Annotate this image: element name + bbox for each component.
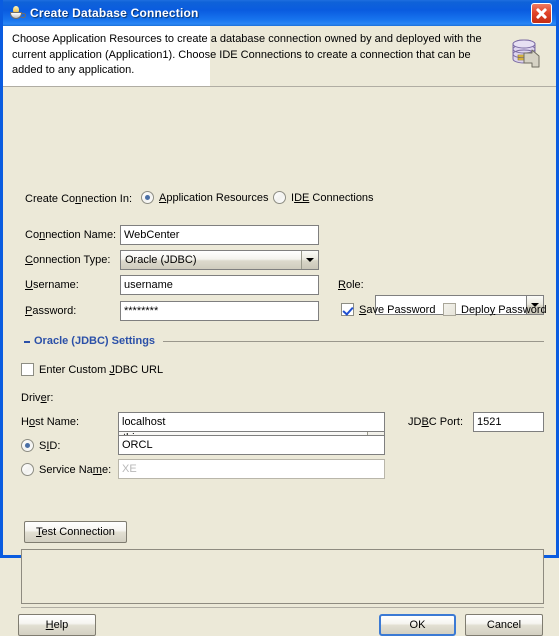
connection-status-output[interactable] [21, 549, 544, 604]
radio-service-name-label: Service Name: [39, 463, 112, 476]
host-name-label: Host Name: [21, 416, 80, 428]
footer-divider [21, 607, 544, 608]
connection-type-label: Connection Type: [25, 254, 111, 266]
radio-application-resources-indicator[interactable] [141, 191, 154, 204]
dialog-header: Choose Application Resources to create a… [3, 26, 556, 87]
connection-type-value: Oracle (JDBC) [125, 254, 197, 266]
custom-jdbc-url-checkbox-indicator[interactable] [21, 363, 34, 376]
help-button[interactable]: Help [18, 614, 96, 636]
radio-ide-connections-indicator[interactable] [273, 191, 286, 204]
save-password-checkbox-indicator[interactable] [341, 303, 354, 316]
oracle-settings-group-title: Oracle (JDBC) Settings [34, 335, 156, 347]
service-name-input[interactable]: XE [118, 459, 385, 479]
window-title: Create Database Connection [30, 6, 199, 20]
deploy-password-checkbox-indicator[interactable] [443, 303, 456, 316]
radio-application-resources[interactable]: Application Resources [141, 191, 268, 204]
test-connection-label: Test Connection [36, 526, 115, 538]
radio-sid-label: SID: [39, 439, 61, 452]
group-collapse-icon[interactable] [24, 341, 30, 343]
jdbc-port-input[interactable]: 1521 [473, 412, 544, 432]
radio-application-resources-label: Application Resources [159, 191, 269, 204]
close-icon[interactable] [531, 2, 552, 24]
connection-type-select[interactable]: Oracle (JDBC) [120, 250, 319, 270]
cancel-button[interactable]: Cancel [465, 614, 543, 636]
create-connection-in-label-wrap: Create Connection In: [25, 193, 132, 205]
dialog-body: Create Connection In: Application Resour… [3, 87, 556, 636]
java-coffee-cup-icon [8, 4, 26, 22]
ok-label: OK [409, 619, 426, 631]
deploy-password-checkbox[interactable]: Deploy Password [443, 303, 547, 316]
help-label: Help [45, 619, 69, 631]
save-password-label: Save Password [359, 303, 436, 316]
custom-jdbc-url-checkbox[interactable]: Enter Custom JDBC URL [21, 363, 163, 376]
group-divider [163, 341, 544, 342]
host-name-input[interactable]: localhost [118, 412, 385, 432]
deploy-password-label: Deploy Password [461, 303, 547, 316]
username-input[interactable]: username [120, 275, 319, 295]
header-description: Choose Application Resources to create a… [12, 33, 482, 76]
username-label: Username: [25, 279, 79, 291]
radio-service-name-indicator[interactable] [21, 463, 34, 476]
radio-ide-connections-label: IDE Connections [291, 191, 374, 204]
password-label: Password: [25, 305, 77, 317]
driver-label: Driver: [21, 392, 54, 404]
password-input[interactable]: ******** [120, 301, 319, 321]
radio-ide-connections[interactable]: IDE Connections [273, 191, 374, 204]
connection-name-label: Connection Name: [25, 229, 117, 241]
role-label: Role: [338, 279, 364, 291]
save-password-checkbox[interactable]: Save Password [341, 303, 435, 316]
connection-name-input[interactable]: WebCenter [120, 225, 319, 245]
jdbc-port-label: JDBC Port: [408, 416, 464, 428]
database-connection-icon [509, 37, 545, 73]
custom-jdbc-url-label: Enter Custom JDBC URL [39, 363, 164, 376]
create-connection-in-label: Create Connection In: [25, 193, 133, 205]
test-connection-button[interactable]: Test Connection [24, 521, 127, 543]
radio-sid[interactable]: SID: [21, 439, 60, 452]
radio-service-name[interactable]: Service Name: [21, 463, 111, 476]
sid-input[interactable]: ORCL [118, 435, 385, 455]
chevron-down-icon[interactable] [301, 251, 318, 269]
ok-button[interactable]: OK [379, 614, 456, 636]
create-database-connection-dialog: Create Database Connection Choose Applic… [0, 0, 559, 636]
title-bar: Create Database Connection [3, 0, 556, 26]
radio-sid-indicator[interactable] [21, 439, 34, 452]
